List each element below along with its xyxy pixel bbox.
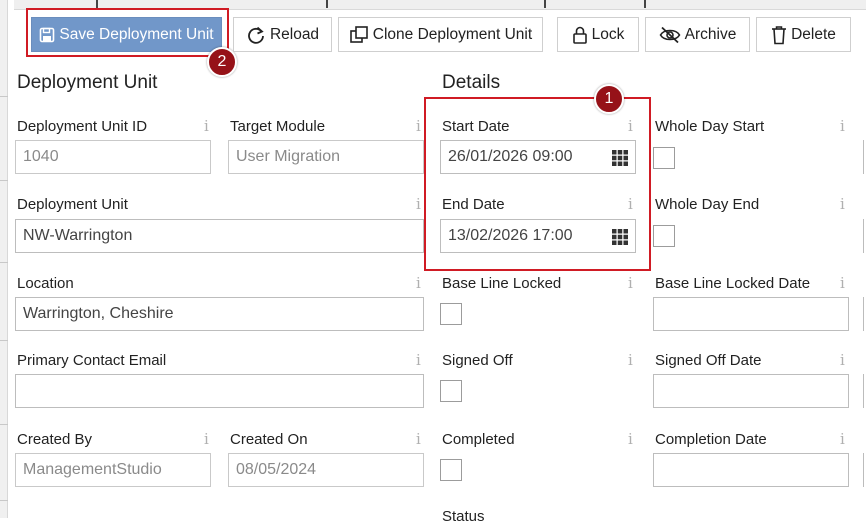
- base-line-locked-label: Base Line Locked: [442, 275, 562, 292]
- left-panel-marks: [0, 0, 8, 518]
- reload-button-label: Reload: [269, 25, 320, 43]
- info-icon[interactable]: i: [416, 351, 421, 369]
- details-section-title: Details: [442, 72, 501, 93]
- whole-day-end-label: Whole Day End: [655, 196, 760, 213]
- lock-button[interactable]: Lock: [557, 17, 639, 52]
- completed-checkbox[interactable]: [440, 459, 462, 481]
- reload-button[interactable]: Reload: [233, 17, 332, 52]
- deployment-unit-id-field[interactable]: 1040: [15, 140, 211, 174]
- reload-icon: [248, 26, 264, 44]
- lock-icon: [572, 26, 587, 44]
- info-icon[interactable]: i: [416, 117, 421, 135]
- completion-date-field[interactable]: [653, 453, 849, 487]
- location-field[interactable]: Warrington, Cheshire: [15, 297, 424, 331]
- delete-button-label: Delete: [791, 25, 836, 43]
- trash-icon: [772, 25, 787, 44]
- signed-off-label: Signed Off: [442, 352, 513, 369]
- clone-deployment-unit-button[interactable]: Clone Deployment Unit: [338, 17, 543, 52]
- completion-date-label: Completion Date: [655, 431, 767, 448]
- info-icon[interactable]: i: [416, 195, 421, 213]
- base-line-locked-checkbox[interactable]: [440, 303, 462, 325]
- signed-off-checkbox[interactable]: [440, 380, 462, 402]
- location-label: Location: [17, 275, 74, 292]
- deployment-unit-name-field[interactable]: NW-Warrington: [15, 219, 424, 253]
- deployment-unit-section-title: Deployment Unit: [17, 72, 158, 93]
- primary-contact-email-label: Primary Contact Email: [17, 352, 167, 369]
- signed-off-date-label: Signed Off Date: [655, 352, 762, 369]
- status-label: Status: [442, 508, 485, 525]
- info-icon[interactable]: i: [840, 274, 845, 292]
- base-line-locked-date-field[interactable]: [653, 297, 849, 331]
- whole-day-start-checkbox[interactable]: [653, 147, 675, 169]
- delete-button[interactable]: Delete: [756, 17, 851, 52]
- created-on-label: Created On: [230, 431, 308, 448]
- info-icon[interactable]: i: [204, 430, 209, 448]
- eye-slash-icon: [659, 26, 681, 43]
- callout-2-highlight: [26, 8, 229, 57]
- info-icon[interactable]: i: [840, 351, 845, 369]
- target-module-label: Target Module: [230, 118, 326, 135]
- info-icon[interactable]: i: [628, 430, 633, 448]
- info-icon[interactable]: i: [628, 351, 633, 369]
- info-icon[interactable]: i: [416, 274, 421, 292]
- deployment-unit-name-label: Deployment Unit: [17, 196, 128, 213]
- info-icon[interactable]: i: [840, 117, 845, 135]
- target-module-field[interactable]: User Migration: [228, 140, 424, 174]
- clone-button-label: Clone Deployment Unit: [372, 25, 533, 43]
- created-by-label: Created By: [17, 431, 93, 448]
- completed-label: Completed: [442, 431, 515, 448]
- clone-icon: [349, 25, 368, 43]
- signed-off-date-field[interactable]: [653, 374, 849, 408]
- created-by-field[interactable]: ManagementStudio: [15, 453, 211, 487]
- info-icon[interactable]: i: [840, 430, 845, 448]
- whole-day-end-checkbox[interactable]: [653, 225, 675, 247]
- whole-day-start-label: Whole Day Start: [655, 118, 765, 135]
- created-on-field[interactable]: 08/05/2024: [228, 453, 424, 487]
- callout-1-badge: 1: [594, 84, 624, 114]
- lock-button-label: Lock: [591, 25, 625, 43]
- info-icon[interactable]: i: [204, 117, 209, 135]
- info-icon[interactable]: i: [416, 430, 421, 448]
- archive-button-label: Archive: [684, 25, 737, 43]
- archive-button[interactable]: Archive: [645, 17, 750, 52]
- primary-contact-email-field[interactable]: [15, 374, 424, 408]
- deployment-unit-id-label: Deployment Unit ID: [17, 118, 148, 135]
- callout-1-highlight: [424, 97, 651, 271]
- info-icon[interactable]: i: [840, 195, 845, 213]
- base-line-locked-date-label: Base Line Locked Date: [655, 275, 811, 292]
- info-icon[interactable]: i: [628, 274, 633, 292]
